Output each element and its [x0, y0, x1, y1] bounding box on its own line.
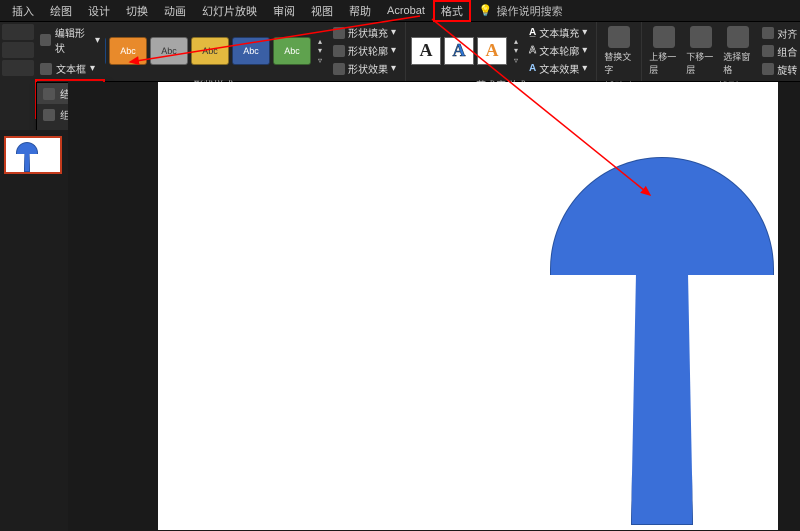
shape-effects-button[interactable]: 形状效果 ▾: [329, 60, 400, 77]
tab-design[interactable]: 设计: [80, 0, 118, 22]
mushroom-stem: [631, 275, 693, 525]
app-root: 插入 绘图 设计 切换 动画 幻灯片放映 审阅 视图 帮助 Acrobat 格式…: [0, 0, 800, 531]
tell-me-search[interactable]: 💡 操作说明搜索: [479, 3, 563, 19]
ribbon: 插入形状 Abc Abc Abc Abc Abc Abc Abc ▴ ▾ ▿ 形…: [0, 22, 800, 82]
text-effects-label: 文本效果: [539, 61, 579, 76]
tab-draw[interactable]: 绘图: [42, 0, 80, 22]
alt-text-label: 替换文字: [604, 50, 634, 76]
rotate-icon: [762, 63, 774, 75]
align-label: 对齐: [777, 26, 797, 41]
send-backward-icon: [690, 26, 712, 48]
rotate-button[interactable]: 旋转 ▾: [758, 61, 800, 78]
align-button[interactable]: 对齐 ▾: [758, 25, 800, 42]
tab-slideshow[interactable]: 幻灯片放映: [194, 0, 265, 22]
send-backward-button[interactable]: 下移一层: [684, 24, 718, 78]
slide-thumbnail-1[interactable]: [4, 136, 62, 174]
bring-forward-button[interactable]: 上移一层: [647, 24, 681, 78]
tab-acrobat[interactable]: Acrobat: [379, 2, 433, 20]
alt-text-icon: [608, 26, 630, 48]
shape-fill-button[interactable]: 形状填充 ▾: [329, 24, 400, 41]
bring-forward-icon: [653, 26, 675, 48]
text-fill-icon: A̲: [529, 27, 536, 38]
edit-shape-label: 编辑形状: [55, 25, 91, 55]
chevron-up-icon: ▴: [514, 37, 518, 46]
shape-style-preset-6[interactable]: Abc: [232, 37, 270, 65]
combine-icon: [43, 109, 55, 121]
text-effects-button[interactable]: A文本效果 ▾: [525, 60, 591, 77]
rotate-label: 旋转: [777, 62, 797, 77]
bucket-icon: [333, 27, 345, 39]
text-outline-label: 文本轮廓: [539, 43, 579, 58]
text-outline-icon: A: [529, 45, 536, 56]
text-outline-button[interactable]: A文本轮廓 ▾: [525, 42, 591, 59]
text-box-icon: [40, 63, 52, 75]
text-box-button[interactable]: 文本框 ▾: [35, 58, 105, 79]
slide-canvas[interactable]: [158, 82, 778, 530]
wordart-preset-3[interactable]: A: [477, 37, 507, 65]
lightbulb-icon: 💡: [479, 4, 493, 17]
wordart-preset-2[interactable]: A: [444, 37, 474, 65]
more-icon: ▿: [514, 56, 518, 65]
slide-thumbnail-panel: [0, 130, 68, 531]
text-effects-icon: A: [529, 63, 536, 74]
text-fill-label: 文本填充: [539, 25, 579, 40]
quick-shape-1[interactable]: [2, 24, 34, 40]
shape-style-preset-4[interactable]: Abc: [150, 37, 188, 65]
slide-canvas-area: [68, 82, 800, 531]
pen-icon: [333, 45, 345, 57]
wordart-gallery-nav[interactable]: ▴ ▾ ▿: [510, 37, 522, 65]
edit-shape-icon: [40, 34, 51, 46]
shape-style-preset-5[interactable]: Abc: [191, 37, 229, 65]
chevron-down-icon: ▾: [514, 46, 518, 55]
alt-text-button[interactable]: 替换文字: [602, 24, 636, 78]
bring-forward-label: 上移一层: [649, 50, 679, 76]
tab-insert[interactable]: 插入: [4, 0, 42, 22]
mushroom-cap: [550, 157, 774, 273]
ribbon-tabs: 插入 绘图 设计 切换 动画 幻灯片放映 审阅 视图 帮助 Acrobat 格式…: [0, 0, 800, 22]
text-box-label: 文本框: [56, 61, 86, 76]
quick-shape-2[interactable]: [2, 42, 34, 58]
send-backward-label: 下移一层: [686, 50, 716, 76]
selection-pane-button[interactable]: 选择窗格: [721, 24, 755, 78]
tell-me-label: 操作说明搜索: [497, 3, 563, 19]
selection-pane-icon: [727, 26, 749, 48]
selection-pane-label: 选择窗格: [723, 50, 753, 76]
shape-fill-label: 形状填充: [348, 25, 388, 40]
edit-shape-button[interactable]: 编辑形状 ▾: [35, 22, 105, 58]
tab-help[interactable]: 帮助: [341, 0, 379, 22]
quick-shape-3[interactable]: [2, 60, 34, 76]
group-arrange: 上移一层 下移一层 选择窗格 对齐 ▾ 组合 ▾ 旋转 ▾ 排列: [642, 22, 800, 81]
chevron-down-icon: ▾: [318, 46, 322, 55]
effects-icon: [333, 63, 345, 75]
mushroom-cap-base: [550, 273, 774, 275]
chevron-up-icon: ▴: [318, 37, 322, 46]
shape-outline-label: 形状轮廓: [348, 43, 388, 58]
group-wordart: A A A ▴ ▾ ▿ A̲文本填充 ▾ A文本轮廓 ▾ A文本效果 ▾ 艺术字…: [406, 22, 597, 81]
group-icon: [762, 45, 774, 57]
mushroom-shape[interactable]: [550, 157, 774, 525]
tab-review[interactable]: 审阅: [265, 0, 303, 22]
tab-format[interactable]: 格式: [433, 0, 471, 22]
shape-effects-label: 形状效果: [348, 61, 388, 76]
more-icon: ▿: [318, 56, 322, 65]
shape-style-gallery-nav[interactable]: ▴ ▾ ▿: [314, 37, 326, 65]
text-fill-button[interactable]: A̲文本填充 ▾: [525, 24, 591, 41]
align-icon: [762, 27, 774, 39]
mini-shape-preview: [16, 142, 38, 172]
tab-view[interactable]: 视图: [303, 0, 341, 22]
union-icon: [43, 88, 55, 100]
group-button[interactable]: 组合 ▾: [758, 43, 800, 60]
shape-outline-button[interactable]: 形状轮廓 ▾: [329, 42, 400, 59]
shape-style-preset-7[interactable]: Abc: [273, 37, 311, 65]
wordart-preset-1[interactable]: A: [411, 37, 441, 65]
shape-style-preset-3[interactable]: Abc: [109, 37, 147, 65]
group-btn-label: 组合: [777, 44, 797, 59]
tab-transition[interactable]: 切换: [118, 0, 156, 22]
tab-animation[interactable]: 动画: [156, 0, 194, 22]
group-accessibility: 替换文字 辅助功能: [597, 22, 642, 81]
